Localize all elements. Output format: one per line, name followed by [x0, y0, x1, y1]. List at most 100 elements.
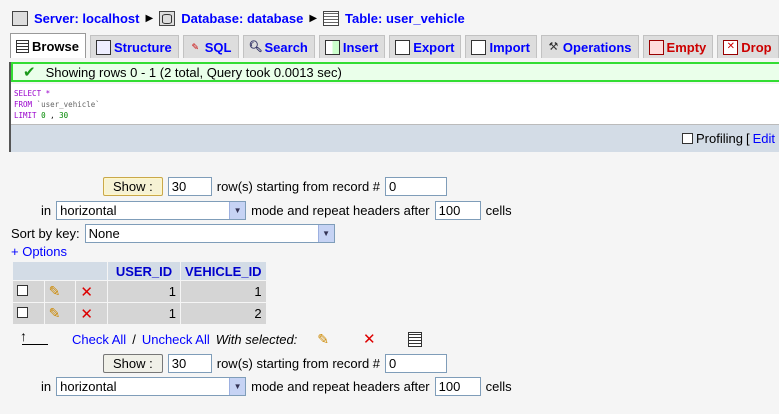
tab-label: Import: [489, 39, 530, 55]
results-table: USER_ID VEHICLE_ID ✎ ✕ 1 1 ✎ ✕ 1 2: [12, 261, 267, 325]
nav-form-bottom-mode: in horizontal ▼ mode and repeat headers a…: [41, 377, 512, 396]
sort-key-select[interactable]: None ▼: [84, 224, 335, 243]
table-row: ✎ ✕ 1 2: [13, 303, 266, 324]
tab-empty[interactable]: Empty: [642, 35, 714, 58]
edit-icon[interactable]: ✎: [49, 283, 61, 299]
breadcrumb-database[interactable]: Database: database: [181, 11, 303, 26]
breadcrumb-table[interactable]: Table: user_vehicle: [345, 11, 465, 26]
breadcrumb-separator-icon: ▶: [309, 12, 318, 24]
tab-sql[interactable]: ✎ SQL: [182, 35, 239, 58]
profiling-control: Profiling [ Edit: [682, 131, 775, 146]
row-checkbox[interactable]: [17, 307, 28, 318]
sql-options-bar: [11, 124, 779, 152]
show-button[interactable]: Show :: [103, 354, 163, 373]
delete-icon[interactable]: ✕: [80, 284, 93, 301]
export-selected-icon[interactable]: [407, 331, 422, 347]
chevron-down-icon: ▼: [317, 225, 334, 242]
tab-bar: Browse Structure ✎ SQL 🔍︎ Search Insert Ex…: [10, 33, 779, 58]
row-checkbox-cell: [13, 281, 44, 302]
row-checkbox-cell: [13, 303, 44, 324]
tab-operations[interactable]: ⚒ Operations: [540, 35, 639, 58]
sort-form: Sort by key: None ▼: [11, 224, 335, 243]
chevron-down-icon: ▼: [229, 202, 246, 219]
browse-icon: [16, 39, 29, 53]
bracket-text: [: [745, 131, 750, 146]
edit-cell: ✎: [44, 281, 76, 302]
sql-icon: ✎: [191, 41, 200, 52]
cell-user-id: 1: [108, 281, 180, 302]
column-header-vehicle-id[interactable]: VEHICLE_ID: [181, 262, 266, 280]
mode-text: mode and repeat headers after: [251, 203, 430, 218]
options-link[interactable]: + Options: [11, 244, 67, 259]
export-icon: [395, 39, 411, 55]
notice-text: Showing rows 0 - 1 (2 total, Query took …: [45, 64, 342, 80]
sql-text: ,: [45, 111, 60, 120]
column-header-user-id[interactable]: USER_ID: [108, 262, 180, 280]
mode-text: mode and repeat headers after: [251, 379, 430, 394]
start-record-input[interactable]: 0: [385, 177, 448, 196]
sql-keyword: FROM: [14, 100, 33, 109]
edit-sql-link[interactable]: Edit: [753, 131, 775, 146]
tab-drop[interactable]: ✕ Drop: [717, 35, 779, 58]
success-notice: ✔ Showing rows 0 - 1 (2 total, Query too…: [11, 62, 779, 82]
display-mode-select[interactable]: horizontal ▼: [56, 377, 247, 396]
rows-input[interactable]: 30: [167, 177, 212, 196]
delete-selected-icon[interactable]: ✕: [363, 330, 376, 348]
server-icon: [12, 10, 28, 26]
select-value: None: [88, 226, 120, 241]
check-icon: ✔: [23, 64, 36, 81]
tab-import[interactable]: Import: [465, 35, 537, 58]
tab-structure[interactable]: Structure: [89, 35, 179, 58]
delete-cell: ✕: [76, 303, 107, 324]
nav-form-bottom: Show : 30 row(s) starting from record # …: [103, 354, 448, 373]
empty-icon: [648, 39, 664, 55]
show-button[interactable]: Show :: [103, 177, 163, 196]
nav-form-top-mode: in horizontal ▼ mode and repeat headers a…: [41, 201, 512, 220]
search-icon: 🔍︎: [248, 40, 263, 53]
rows-input[interactable]: 30: [167, 354, 212, 373]
repeat-headers-input[interactable]: 100: [434, 377, 481, 396]
tab-label: Search: [264, 39, 308, 55]
drop-icon: ✕: [723, 39, 739, 55]
cell-vehicle-id: 2: [181, 303, 266, 324]
separator-text: /: [132, 331, 136, 347]
structure-icon: [95, 39, 111, 55]
with-selected-label: With selected:: [215, 331, 298, 347]
repeat-headers-input[interactable]: 100: [434, 201, 481, 220]
uncheck-all-link[interactable]: Uncheck All: [142, 332, 210, 347]
tab-search[interactable]: 🔍︎ Search: [242, 35, 315, 58]
check-all-link[interactable]: Check All: [72, 332, 126, 347]
tab-export[interactable]: Export: [389, 35, 462, 58]
select-value: horizontal: [60, 203, 117, 218]
delete-cell: ✕: [76, 281, 107, 302]
start-record-input[interactable]: 0: [385, 354, 448, 373]
sql-table-name: `user_vehicle`: [36, 100, 100, 109]
tab-label: Export: [413, 39, 455, 55]
table-icon: [323, 10, 340, 26]
chevron-down-icon: ▼: [229, 378, 246, 395]
profiling-checkbox[interactable]: [682, 133, 693, 144]
tab-label: Drop: [741, 39, 772, 55]
tab-browse[interactable]: Browse: [10, 33, 86, 58]
tab-label: Browse: [32, 38, 79, 54]
nav-form-top: Show : 30 row(s) starting from record # …: [103, 177, 448, 196]
edit-selected-icon[interactable]: ✎: [317, 331, 329, 348]
table-row: ✎ ✕ 1 1: [13, 281, 266, 302]
breadcrumb-server[interactable]: Server: localhost: [34, 11, 140, 26]
tab-insert[interactable]: Insert: [318, 35, 386, 58]
tab-label: Structure: [113, 39, 172, 55]
in-label: in: [41, 203, 52, 218]
tab-label: Insert: [342, 39, 379, 55]
corner-arrow-icon: ↑: [20, 328, 48, 345]
import-icon: [471, 39, 487, 55]
display-mode-select[interactable]: horizontal ▼: [56, 201, 247, 220]
in-label: in: [41, 379, 52, 394]
sort-label: Sort by key:: [11, 226, 80, 241]
sql-keyword: SELECT: [14, 89, 42, 98]
row-checkbox[interactable]: [17, 285, 28, 296]
delete-icon[interactable]: ✕: [80, 306, 93, 323]
edit-icon[interactable]: ✎: [49, 305, 61, 321]
bulk-actions: ↑ Check All / Uncheck All With selected:…: [20, 328, 422, 348]
sql-number: 30: [59, 111, 69, 120]
database-icon: [159, 10, 176, 26]
